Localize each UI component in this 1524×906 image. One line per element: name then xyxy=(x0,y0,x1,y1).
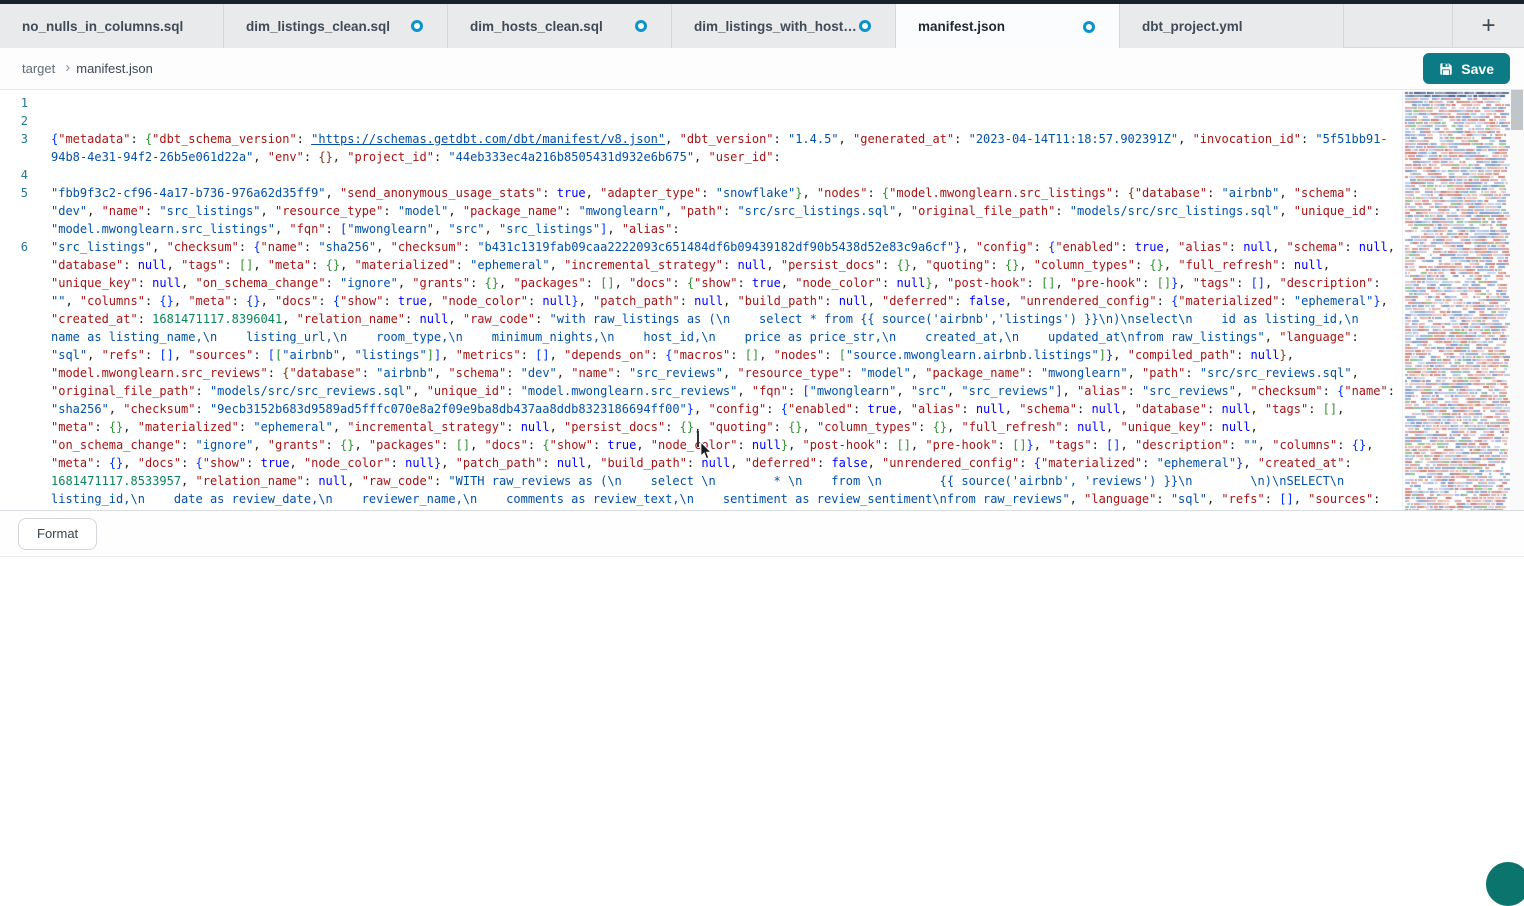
code-line-text: "fbb9f3c2-cf96-4a17-b736-976a62d35ff9", … xyxy=(42,184,1402,238)
mouse-pointer-icon xyxy=(699,442,713,465)
code-line: 1 xyxy=(0,94,1402,112)
tab-label: no_nulls_in_columns.sql xyxy=(22,19,183,34)
editor-scrollbar xyxy=(1510,90,1524,510)
line-number: 3 xyxy=(0,130,42,166)
line-number: 1 xyxy=(0,94,42,112)
tab-label: dim_listings_with_hosts.sql xyxy=(694,19,859,34)
tab-no-nulls-in-columns-sql[interactable]: no_nulls_in_columns.sql xyxy=(0,4,224,48)
minimap[interactable] xyxy=(1402,90,1510,510)
tab-label: dim_hosts_clean.sql xyxy=(470,19,603,34)
unsaved-dot-icon xyxy=(635,20,647,32)
tab-dim-hosts-clean-sql[interactable]: dim_hosts_clean.sql xyxy=(448,4,672,48)
help-fab-button[interactable] xyxy=(1486,862,1524,906)
line-number: 2 xyxy=(0,112,42,130)
format-button[interactable]: Format xyxy=(18,518,97,550)
results-panel xyxy=(0,557,1524,875)
editor-footer-bar: Format xyxy=(0,510,1524,557)
breadcrumb-file: manifest.json xyxy=(76,61,153,76)
editor-scrollbar-thumb[interactable] xyxy=(1511,90,1523,130)
line-number: 6 xyxy=(0,238,42,510)
unsaved-dot-icon xyxy=(1083,21,1095,33)
tab-label: dbt_project.yml xyxy=(1142,19,1243,34)
save-button-label: Save xyxy=(1461,61,1494,77)
code-editor: 1 2 3{"metadata": {"dbt_schema_version":… xyxy=(0,90,1524,510)
code-line: 2 xyxy=(0,112,1402,130)
code-line-text xyxy=(42,112,1402,130)
code-line-text xyxy=(42,94,1402,112)
save-icon xyxy=(1439,62,1453,76)
code-line: 6"src_listings", "checksum": {"name": "s… xyxy=(0,238,1402,510)
new-tab-button[interactable]: + xyxy=(1481,14,1495,38)
tab-dim-listings-with-hosts-sql[interactable]: dim_listings_with_hosts.sql xyxy=(672,4,896,48)
tab-dbt-project-yml[interactable]: dbt_project.yml xyxy=(1120,4,1344,48)
tab-label: dim_listings_clean.sql xyxy=(246,19,390,34)
line-number: 5 xyxy=(0,184,42,238)
breadcrumb-bar: target › manifest.json Save xyxy=(0,48,1524,90)
code-line-text: "src_listings", "checksum": {"name": "sh… xyxy=(42,238,1402,510)
tab-manifest-json[interactable]: manifest.json xyxy=(896,4,1120,49)
code-line-text: {"metadata": {"dbt_schema_version": "htt… xyxy=(42,130,1402,166)
tab-bar: no_nulls_in_columns.sql dim_listings_clea… xyxy=(0,4,1524,48)
code-line-text xyxy=(42,166,1402,184)
code-line: 3{"metadata": {"dbt_schema_version": "ht… xyxy=(0,130,1402,166)
breadcrumb-folder: target xyxy=(22,61,55,76)
tab-dim-listings-clean-sql[interactable]: dim_listings_clean.sql xyxy=(224,4,448,48)
line-number: 4 xyxy=(0,166,42,184)
save-button[interactable]: Save xyxy=(1423,53,1510,84)
unsaved-dot-icon xyxy=(859,20,871,32)
unsaved-dot-icon xyxy=(411,20,423,32)
breadcrumb-chevron-icon: › xyxy=(65,59,70,76)
tab-label: manifest.json xyxy=(918,19,1005,34)
code-line: 5"fbb9f3c2-cf96-4a17-b736-976a62d35ff9",… xyxy=(0,184,1402,238)
tab-bar-filler: + xyxy=(1344,4,1524,47)
new-tab-zone: + xyxy=(1452,4,1524,47)
code-line: 4 xyxy=(0,166,1402,184)
